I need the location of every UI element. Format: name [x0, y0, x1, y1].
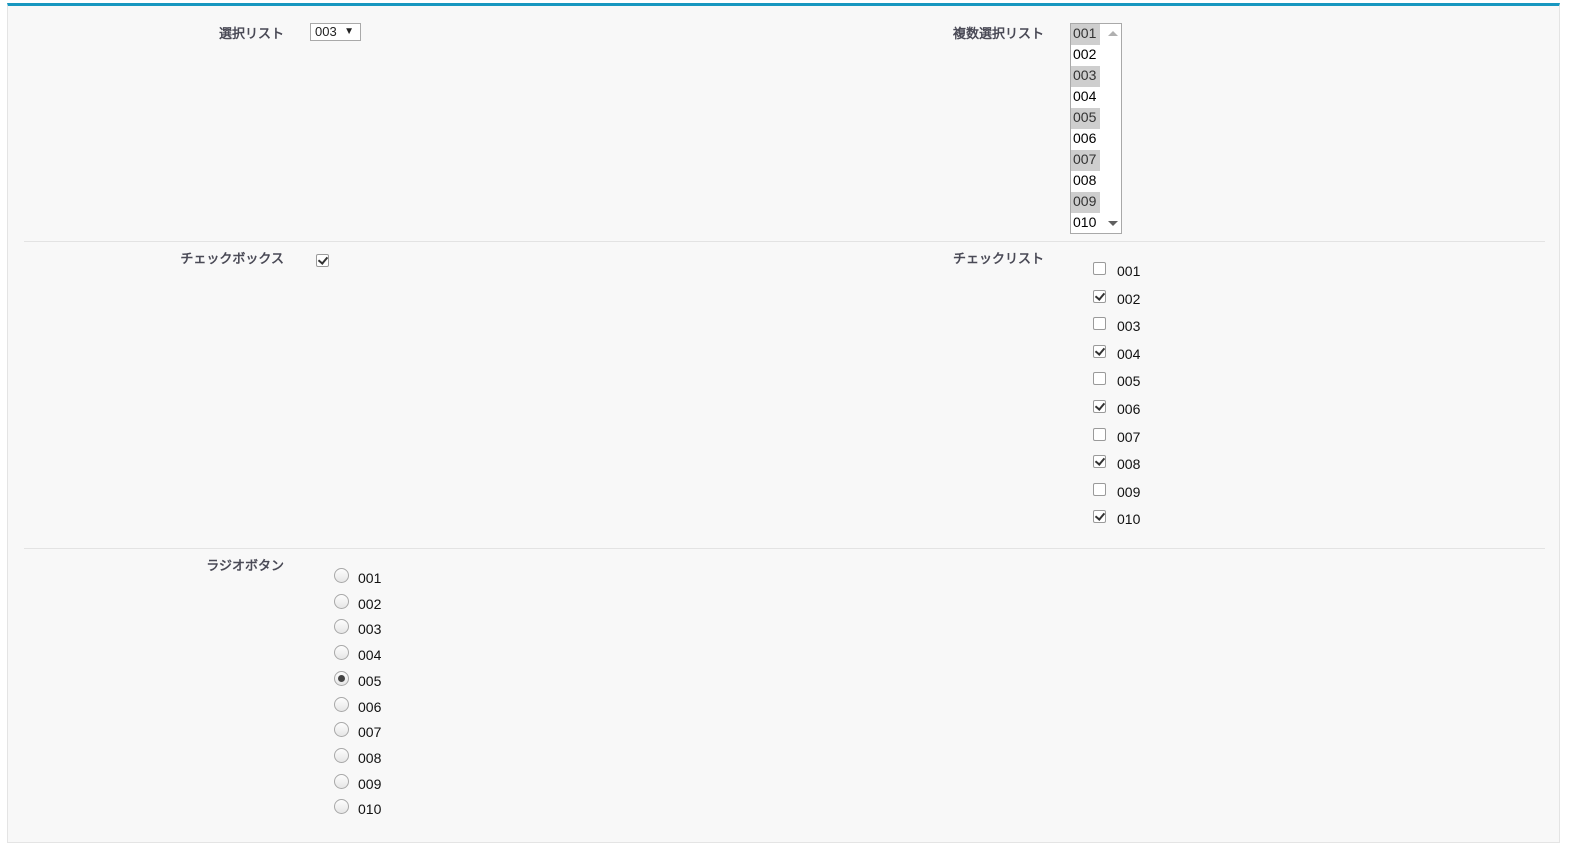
multi-select-option[interactable]: 005	[1071, 108, 1100, 129]
radio-option[interactable]	[334, 619, 349, 635]
select-list-dropdown[interactable]: 003 ▼	[310, 23, 361, 41]
checklist-item-label: 006	[1117, 401, 1141, 417]
checklist-item-label: 002	[1117, 290, 1141, 307]
radio-option[interactable]	[334, 645, 349, 661]
radio-option[interactable]	[334, 593, 349, 609]
checklist-checkbox[interactable]	[1093, 289, 1106, 303]
multi-select-option[interactable]: 004	[1071, 87, 1100, 108]
form-panel: 選択リスト 003 ▼ 複数選択リスト 001 002 003 004 005 006 00…	[7, 3, 1560, 843]
multi-select-option[interactable]: 007	[1071, 150, 1100, 171]
checklist-item-label: 005	[1117, 373, 1141, 390]
single-checkbox[interactable]	[316, 254, 329, 267]
multi-select-list-label: 複数選択リスト	[952, 26, 1044, 41]
radio-option-label: 009	[358, 775, 382, 792]
multi-select-option[interactable]: 010	[1071, 213, 1100, 234]
radio-option-label: 010	[358, 801, 382, 818]
radio-option-label: 003	[358, 621, 382, 638]
scroll-down-icon[interactable]	[1108, 221, 1118, 226]
checkbox-label: チェックボックス	[180, 251, 284, 266]
checklist-checkbox[interactable]	[1093, 344, 1106, 358]
checklist-checkbox[interactable]	[1093, 262, 1106, 275]
checklist-checkbox[interactable]	[1093, 400, 1106, 413]
radio-option[interactable]	[334, 670, 349, 686]
select-list-label: 選択リスト	[218, 26, 284, 41]
radio-option[interactable]	[334, 773, 349, 789]
checklist-item-label: 010	[1117, 511, 1141, 528]
radio-option-label: 004	[358, 647, 382, 664]
radio-option-label: 002	[358, 595, 382, 612]
checklist-item-label: 003	[1117, 318, 1141, 335]
radio-option-label: 007	[358, 724, 382, 741]
checklist-checkbox[interactable]	[1093, 455, 1106, 469]
radio-option-label: 001	[358, 570, 382, 586]
radio-option[interactable]	[334, 568, 349, 583]
multi-select-option[interactable]: 006	[1071, 129, 1100, 150]
checklist-item-label: 008	[1117, 456, 1141, 473]
checklist-checkbox[interactable]	[1093, 427, 1106, 441]
radio-option[interactable]	[334, 722, 349, 738]
row-divider	[24, 548, 1545, 549]
select-list-value: 003	[315, 24, 337, 39]
radio-option-label: 005	[358, 672, 382, 689]
radio-option-label: 006	[358, 698, 382, 715]
checklist-checkbox[interactable]	[1093, 372, 1106, 386]
radio-option-label: 008	[358, 749, 382, 766]
checklist-item-label: 001	[1117, 263, 1141, 279]
checklist-checkbox[interactable]	[1093, 510, 1106, 524]
radio-option[interactable]	[334, 696, 349, 712]
multi-select-option[interactable]: 001	[1071, 24, 1100, 45]
checklist-item-label: 004	[1117, 345, 1141, 362]
scroll-up-icon[interactable]	[1108, 31, 1118, 36]
multi-select-option[interactable]: 003	[1071, 66, 1100, 87]
checklist-item-label: 007	[1117, 428, 1141, 445]
multi-select-option[interactable]: 009	[1071, 192, 1100, 213]
multi-select-option[interactable]: 002	[1071, 45, 1100, 66]
checklist-label: チェックリスト	[952, 251, 1044, 266]
radio-option[interactable]	[334, 747, 349, 763]
row-divider	[24, 241, 1545, 242]
radio-option[interactable]	[334, 799, 349, 815]
chevron-down-icon: ▼	[344, 26, 354, 37]
checklist-checkbox[interactable]	[1093, 317, 1106, 331]
radio-button-label: ラジオボタン	[206, 558, 284, 573]
checklist-checkbox[interactable]	[1093, 482, 1106, 496]
multi-select-option[interactable]: 008	[1071, 171, 1100, 192]
multi-select-listbox[interactable]: 001 002 003 004 005 006 007 008 009 010	[1070, 23, 1122, 234]
checklist-item-label: 009	[1117, 483, 1141, 500]
